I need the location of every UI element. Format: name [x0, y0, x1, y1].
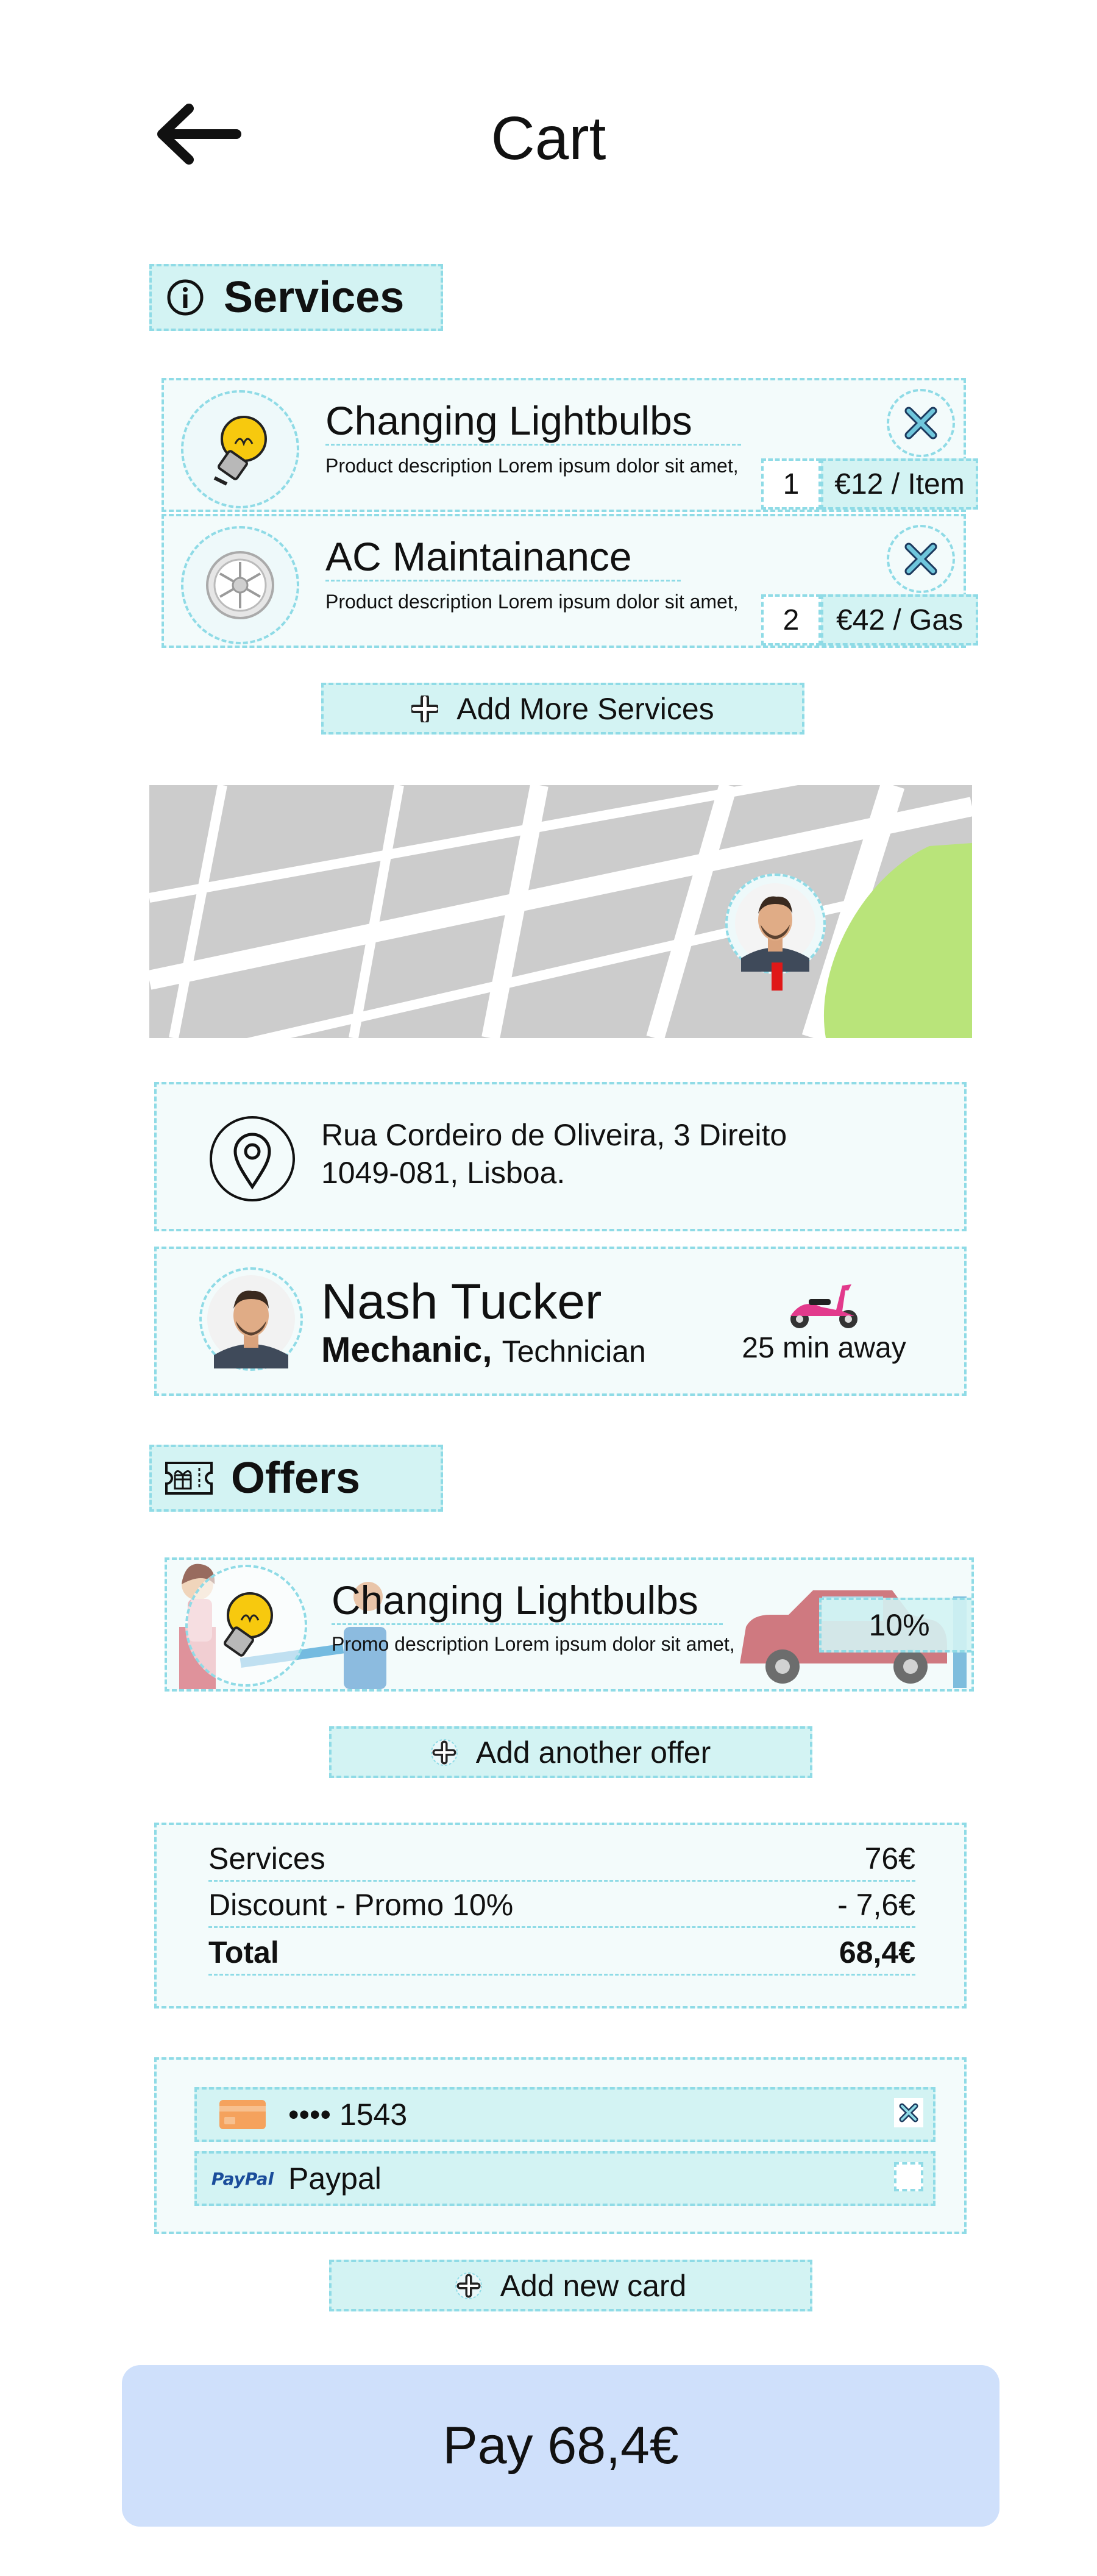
page-title: Cart — [491, 104, 606, 173]
payment-method-label: •••• 1543 — [288, 2097, 408, 2132]
scooter-icon — [790, 1284, 857, 1328]
add-more-services-label: Add More Services — [456, 691, 714, 726]
map-graphic — [149, 785, 972, 1038]
lightbulb-icon — [185, 1565, 307, 1687]
address-card[interactable]: Rua Cordeiro de Oliveira, 3 Direito 1049… — [154, 1082, 967, 1231]
worker-card[interactable]: Nash Tucker Mechanic, Technician 25 min … — [154, 1247, 967, 1396]
payment-method-paypal[interactable]: PayPal Paypal — [194, 2151, 935, 2206]
avatar — [735, 883, 815, 972]
address-line-1: Rua Cordeiro de Oliveira, 3 Direito — [321, 1118, 787, 1152]
info-icon — [167, 279, 204, 316]
quantity-field[interactable]: 2 — [761, 594, 821, 646]
service-description: Product description Lorem ipsum dolor si… — [325, 591, 739, 613]
map-view[interactable] — [149, 785, 972, 1038]
discount-badge: 10% — [819, 1598, 971, 1653]
total-label: Total — [208, 1935, 279, 1969]
services-title: Services — [224, 273, 405, 322]
service-name: AC Maintainance — [325, 533, 681, 582]
quantity-field[interactable]: 1 — [761, 458, 821, 510]
location-pin-icon — [210, 1116, 295, 1201]
add-another-offer-button[interactable]: Add another offer — [329, 1726, 812, 1778]
gift-voucher-icon — [165, 1462, 213, 1495]
payment-methods: •••• 1543 PayPal Paypal — [154, 2057, 967, 2234]
summary-row-total: Total 68,4€ — [208, 1934, 915, 1976]
worker-eta: 25 min away — [742, 1332, 906, 1364]
add-another-offer-label: Add another offer — [475, 1735, 711, 1770]
worker-name: Nash Tucker — [321, 1274, 602, 1329]
plus-icon — [411, 695, 439, 722]
remove-card-button[interactable] — [894, 2098, 923, 2127]
remove-service-button[interactable] — [887, 525, 955, 593]
worker-role: Mechanic, Technician — [321, 1329, 646, 1370]
avatar — [199, 1267, 303, 1371]
summary-label: Services — [208, 1841, 325, 1876]
lightbulb-icon — [181, 390, 299, 508]
offers-heading: Offers — [149, 1445, 443, 1512]
service-item: Changing Lightbulbs Product description … — [162, 378, 978, 512]
offer-description: Promo description Lorem ipsum dolor sit … — [332, 1633, 735, 1655]
service-description: Product description Lorem ipsum dolor si… — [325, 455, 739, 477]
offer-card[interactable]: Changing Lightbulbs Promo description Lo… — [165, 1557, 974, 1692]
plus-icon — [430, 1738, 458, 1766]
address-text: Rua Cordeiro de Oliveira, 3 Direito 1049… — [321, 1116, 787, 1192]
price-summary: Services 76€ Discount - Promo 10% - 7,6€… — [154, 1823, 967, 2008]
address-line-2: 1049-081, Lisboa. — [321, 1156, 566, 1190]
summary-row-services: Services 76€ — [208, 1840, 915, 1882]
total-value: 68,4€ — [839, 1935, 915, 1969]
add-new-card-button[interactable]: Add new card — [329, 2260, 812, 2311]
service-name: Changing Lightbulbs — [325, 397, 741, 446]
price-label: €12 / Item — [821, 458, 978, 510]
offer-name: Changing Lightbulbs — [332, 1577, 723, 1625]
close-icon — [904, 407, 937, 439]
summary-value: 76€ — [864, 1841, 915, 1876]
pay-button[interactable]: Pay 68,4€ — [122, 2365, 999, 2527]
summary-value: - 7,6€ — [837, 1888, 915, 1922]
services-heading: Services — [149, 264, 443, 331]
credit-card-icon — [219, 2100, 266, 2129]
plus-icon — [455, 2272, 482, 2299]
close-icon — [904, 543, 937, 575]
pay-button-label: Pay 68,4€ — [442, 2416, 679, 2475]
add-more-services-button[interactable]: Add More Services — [321, 683, 804, 735]
offers-title: Offers — [231, 1454, 361, 1503]
summary-row-discount: Discount - Promo 10% - 7,6€ — [208, 1887, 915, 1928]
ac-fan-icon — [181, 526, 299, 644]
worker-map-avatar[interactable] — [725, 873, 826, 991]
service-item: AC Maintainance Product description Lore… — [162, 514, 978, 648]
paypal-logo: PayPal — [211, 2168, 274, 2189]
close-icon — [899, 2103, 918, 2122]
payment-method-card[interactable]: •••• 1543 — [194, 2087, 935, 2142]
payment-method-label: Paypal — [288, 2161, 382, 2196]
remove-service-button[interactable] — [887, 389, 955, 457]
summary-label: Discount - Promo 10% — [208, 1888, 514, 1922]
select-checkbox[interactable] — [894, 2162, 923, 2191]
worker-role-secondary: Technician — [502, 1334, 646, 1368]
add-new-card-label: Add new card — [500, 2268, 687, 2303]
price-label: €42 / Gas — [821, 594, 978, 646]
worker-role-primary: Mechanic, — [321, 1330, 492, 1370]
map-pin-icon — [772, 962, 783, 991]
